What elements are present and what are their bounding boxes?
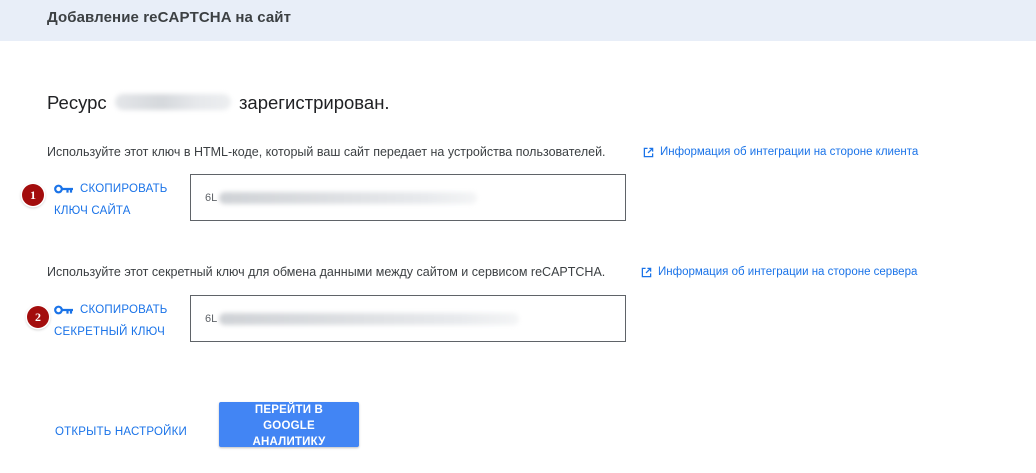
server-integration-link-label: Информация об интеграции на стороне серв… bbox=[658, 266, 918, 278]
server-integration-link[interactable]: Информация об интеграции на стороне серв… bbox=[641, 266, 917, 278]
open-settings-button[interactable]: ОТКРЫТЬ НАСТРОЙКИ bbox=[55, 426, 187, 438]
site-key-blurred-value bbox=[219, 191, 478, 204]
site-key-description: Используйте этот ключ в HTML-коде, котор… bbox=[47, 145, 606, 159]
step-badge-1: 1 bbox=[22, 184, 44, 206]
open-in-new-icon bbox=[643, 147, 654, 157]
secret-key-prefix: 6L bbox=[205, 312, 218, 325]
copy-secret-key-button[interactable]: СКОПИРОВАТЬ СЕКРЕТНЫЙ КЛЮЧ bbox=[54, 299, 168, 343]
key-icon bbox=[54, 305, 73, 315]
key-icon bbox=[54, 184, 73, 194]
go-to-analytics-button[interactable]: ПЕРЕЙТИ В GOOGLE АНАЛИТИКУ bbox=[219, 402, 359, 448]
secret-key-description: Используйте этот секретный ключ для обме… bbox=[47, 265, 606, 279]
copy-secret-key-label-2: СЕКРЕТНЫЙ КЛЮЧ bbox=[54, 326, 165, 338]
copy-site-key-label-1: СКОПИРОВАТЬ bbox=[80, 183, 168, 195]
copy-site-key-label-2: КЛЮЧ САЙТА bbox=[54, 205, 131, 217]
page-title: Добавление reCAPTCHA на сайт bbox=[47, 9, 292, 26]
open-in-new-icon bbox=[641, 267, 652, 277]
header-bar: Добавление reCAPTCHA на сайт bbox=[0, 0, 1036, 41]
client-integration-link-label: Информация об интеграции на стороне клие… bbox=[660, 146, 919, 158]
blurred-domain bbox=[114, 94, 231, 111]
copy-site-key-button[interactable]: СКОПИРОВАТЬ КЛЮЧ САЙТА bbox=[54, 178, 168, 222]
client-integration-link[interactable]: Информация об интеграции на стороне клие… bbox=[643, 146, 918, 158]
site-key-prefix: 6L bbox=[205, 191, 218, 204]
copy-secret-key-label-1: СКОПИРОВАТЬ bbox=[80, 304, 168, 316]
secret-key-field[interactable]: 6L bbox=[190, 295, 626, 342]
step-badge-2: 2 bbox=[27, 306, 49, 328]
secret-key-blurred-value bbox=[219, 312, 520, 325]
heading-suffix: зарегистрирован. bbox=[238, 92, 390, 113]
registration-heading: Ресурс зарегистрирован. bbox=[47, 92, 390, 114]
heading-prefix: Ресурс bbox=[47, 92, 107, 113]
site-key-field[interactable]: 6L bbox=[190, 174, 626, 221]
